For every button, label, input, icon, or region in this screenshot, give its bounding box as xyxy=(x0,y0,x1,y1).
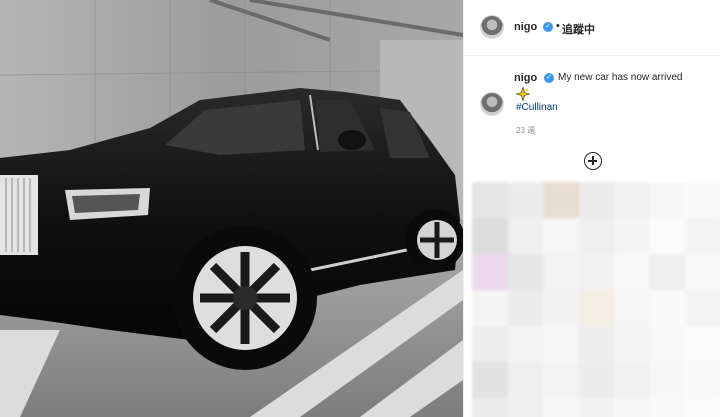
verified-badge-icon: ✓ xyxy=(543,22,553,32)
blurred-comment-block xyxy=(543,254,579,290)
blurred-comment-block xyxy=(472,398,508,417)
blurred-comment-block xyxy=(578,254,615,290)
following-button[interactable]: 追蹤中 xyxy=(562,21,595,37)
blurred-comment-block xyxy=(649,254,686,290)
blurred-comment-block xyxy=(472,254,508,290)
blurred-comment-block xyxy=(543,290,579,326)
blurred-comment-block xyxy=(507,398,544,417)
blurred-comment-block xyxy=(614,254,650,290)
author-avatar[interactable] xyxy=(480,15,504,39)
blurred-comment-block xyxy=(578,362,615,398)
blurred-comment-block xyxy=(578,218,615,254)
blurred-comment-block xyxy=(649,218,686,254)
blurred-comment-block xyxy=(472,362,508,398)
caption-avatar[interactable] xyxy=(480,92,504,116)
verified-badge-icon: ✓ xyxy=(544,73,554,83)
blurred-comment-block xyxy=(685,362,720,398)
author-username[interactable]: nigo xyxy=(514,21,537,33)
blurred-comment-block xyxy=(685,218,720,254)
post-header: nigo ✓ • 追蹤中 xyxy=(464,0,720,56)
blurred-comment-block xyxy=(507,326,544,362)
blurred-comment-block xyxy=(507,290,544,326)
caption-text: My new car has now arrived xyxy=(558,72,683,83)
blurred-comment-block xyxy=(472,218,508,254)
blurred-comment-block xyxy=(614,290,650,326)
blurred-comment-block xyxy=(543,326,579,362)
separator-dot: • xyxy=(556,20,560,32)
post-caption: nigo ✓ My new car has now arrived #Culli… xyxy=(464,56,720,166)
caption-username[interactable]: nigo xyxy=(514,72,537,84)
blurred-comment-block xyxy=(649,290,686,326)
blurred-comment-block xyxy=(685,254,720,290)
blurred-comment-block xyxy=(685,398,720,417)
blurred-comment-block xyxy=(507,362,544,398)
blurred-comment-block xyxy=(614,182,650,218)
car-photo-image xyxy=(0,0,463,417)
blurred-comment-block xyxy=(543,218,579,254)
blurred-comment-block xyxy=(472,290,508,326)
blurred-comment-block xyxy=(649,326,686,362)
load-more-comments-button[interactable] xyxy=(584,152,602,170)
blurred-comment-block xyxy=(507,218,544,254)
blurred-comment-block xyxy=(614,218,650,254)
sparkle-icon xyxy=(516,87,530,101)
blurred-comment-block xyxy=(614,362,650,398)
hashtag-link[interactable]: #Cullinan xyxy=(516,102,558,113)
blurred-comment-block xyxy=(472,326,508,362)
blurred-comment-block xyxy=(614,398,650,417)
blurred-comment-block xyxy=(649,182,686,218)
post-photo[interactable] xyxy=(0,0,463,417)
blurred-comment-block xyxy=(685,326,720,362)
blurred-comment-block xyxy=(543,182,579,218)
blurred-comment-block xyxy=(543,398,579,417)
blurred-comment-block xyxy=(578,290,615,326)
blurred-comment-block xyxy=(649,398,686,417)
blurred-comment-block xyxy=(685,290,720,326)
blurred-comment-block xyxy=(649,362,686,398)
blurred-comment-block xyxy=(578,182,615,218)
post-detail-panel: nigo ✓ • 追蹤中 nigo ✓ My new car has now a… xyxy=(463,0,720,417)
blurred-comment-block xyxy=(507,182,544,218)
blurred-comment-block xyxy=(685,182,720,218)
blurred-comment-block xyxy=(507,254,544,290)
post-time[interactable]: 23 週 xyxy=(516,125,535,136)
blurred-comment-block xyxy=(578,398,615,417)
blurred-comment-block xyxy=(472,182,508,218)
blurred-comments xyxy=(472,182,720,417)
blurred-comment-block xyxy=(578,326,615,362)
blurred-comment-block xyxy=(543,362,579,398)
blurred-comment-block xyxy=(614,326,650,362)
